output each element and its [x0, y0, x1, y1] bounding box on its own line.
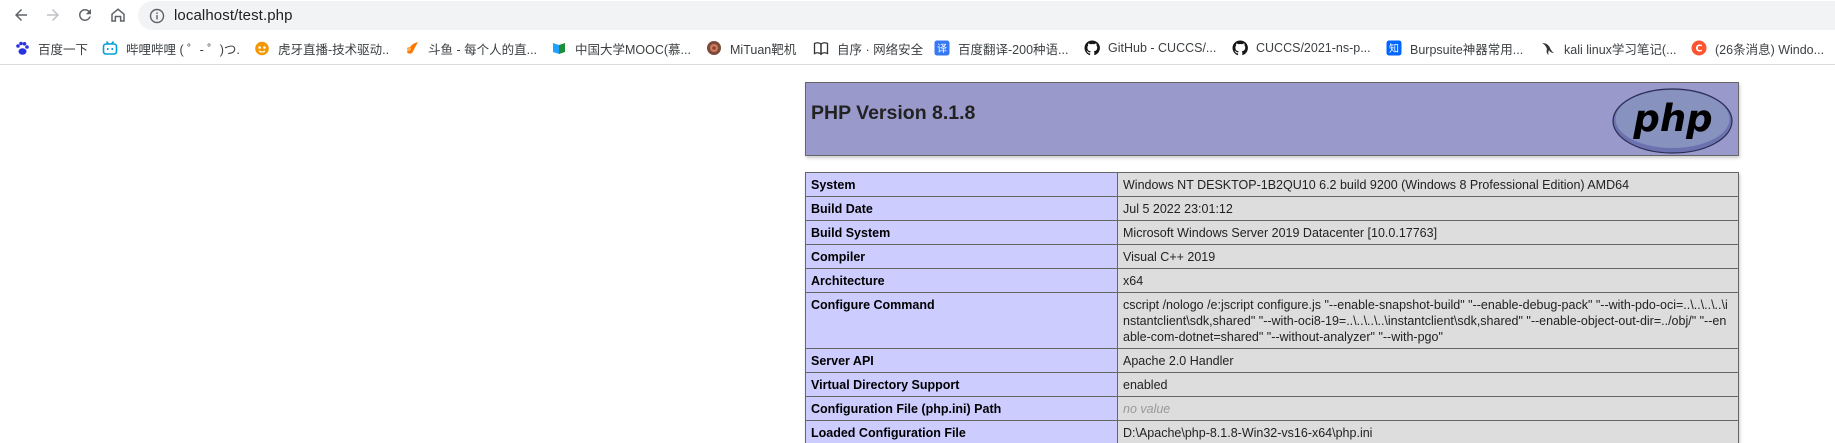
bookmark-label: 百度翻译-200种语...: [958, 42, 1069, 57]
svg-text:译: 译: [937, 43, 947, 55]
github-icon: [1232, 40, 1248, 56]
row-key: Compiler: [805, 244, 1118, 269]
reload-icon: [78, 8, 91, 21]
bookmark-label: 自序 · 网络安全: [837, 42, 923, 57]
bookmark-label: CUCCS/2021-ns-p...: [1256, 41, 1371, 55]
url-text[interactable]: localhost/test.php: [174, 7, 293, 24]
address-bar[interactable]: localhost/test.php: [138, 1, 1835, 30]
row-key: Build Date: [805, 196, 1118, 221]
baidu-paw-icon: [14, 40, 30, 56]
bilibili-tv-icon: [102, 40, 118, 56]
mituan-icon: [706, 40, 722, 56]
book-icon: [813, 40, 829, 56]
table-row: Virtual Directory Support enabled: [805, 372, 1739, 397]
bookmark-bilibili[interactable]: 哔哩哔哩 ( ゜- ゜)つ...: [102, 38, 240, 58]
row-value: cscript /nologo /e:jscript configure.js …: [1117, 292, 1739, 349]
arrow-right-icon: [47, 9, 59, 21]
bookmark-label: MiTuan靶机: [730, 42, 797, 57]
row-key: Architecture: [805, 268, 1118, 293]
svg-text:C: C: [1696, 44, 1703, 55]
row-key: Virtual Directory Support: [805, 372, 1118, 397]
github-icon: [1084, 40, 1100, 56]
zhihu-icon: 知: [1386, 40, 1402, 56]
bookmark-kali[interactable]: kali linux学习笔记(...: [1540, 38, 1680, 58]
row-key: Configure Command: [805, 292, 1118, 349]
table-row: System Windows NT DESKTOP-1B2QU10 6.2 bu…: [805, 172, 1739, 197]
bookmark-mituan[interactable]: MiTuan靶机: [706, 38, 798, 58]
bookmark-huya[interactable]: 虎牙直播-技术驱动...: [254, 38, 390, 58]
table-row: Configure Command cscript /nologo /e:jsc…: [805, 292, 1739, 349]
row-value: Apache 2.0 Handler: [1117, 348, 1739, 373]
row-key: Loaded Configuration File: [805, 420, 1118, 443]
bookmark-label: kali linux学习笔记(...: [1564, 42, 1677, 57]
kali-dragon-icon: [1540, 40, 1556, 56]
row-key: Build System: [805, 220, 1118, 245]
table-row: Architecture x64: [805, 268, 1739, 293]
row-value: Windows NT DESKTOP-1B2QU10 6.2 build 920…: [1117, 172, 1739, 197]
mooc-flag-icon: [551, 40, 567, 56]
row-value: Microsoft Windows Server 2019 Datacenter…: [1117, 220, 1739, 245]
row-key: System: [805, 172, 1118, 197]
svg-text:知: 知: [1389, 42, 1399, 55]
row-key: Configuration File (php.ini) Path: [805, 396, 1118, 421]
row-value: Visual C++ 2019: [1117, 244, 1739, 269]
php-logo-text: php: [1632, 97, 1712, 140]
bookmark-label: Burpsuite神器常用...: [1410, 42, 1524, 57]
bookmark-csdn[interactable]: C (26条消息) Windo...: [1691, 38, 1835, 58]
row-key: Server API: [805, 348, 1118, 373]
douyu-icon: [404, 40, 420, 56]
row-value: enabled: [1117, 372, 1739, 397]
bookmark-label: GitHub - CUCCS/...: [1108, 41, 1217, 55]
browser-toolbar: localhost/test.php: [0, 0, 1835, 30]
forward-button[interactable]: [41, 3, 65, 27]
table-row: Compiler Visual C++ 2019: [805, 244, 1739, 269]
table-row: Configuration File (php.ini) Path no val…: [805, 396, 1739, 421]
php-version-title: PHP Version 8.1.8: [811, 102, 976, 124]
huya-icon: [254, 40, 270, 56]
bookmark-label: (26条消息) Windo...: [1715, 42, 1825, 57]
row-value-no-value: no value: [1117, 396, 1739, 421]
bookmark-label: 中国大学MOOC(慕...: [575, 42, 691, 57]
bookmark-label: 虎牙直播-技术驱动...: [278, 42, 390, 57]
bookmark-github-cuccs[interactable]: GitHub - CUCCS/...: [1084, 38, 1221, 58]
bookmark-label: 斗鱼 - 每个人的直...: [428, 42, 537, 57]
row-value: Jul 5 2022 23:01:12: [1117, 196, 1739, 221]
home-icon: [111, 8, 125, 22]
bookmark-github-ns[interactable]: CUCCS/2021-ns-p...: [1232, 38, 1371, 58]
row-value: x64: [1117, 268, 1739, 293]
bookmark-label: 哔哩哔哩 ( ゜- ゜)つ...: [126, 42, 240, 57]
bookmark-baidu[interactable]: 百度一下: [14, 38, 94, 58]
bookmark-douyu[interactable]: 斗鱼 - 每个人的直...: [404, 38, 537, 58]
bookmarks-bar: 百度一下 哔哩哔哩 ( ゜- ゜)つ... 虎牙直播-技术驱动... 斗鱼 - …: [0, 31, 1835, 65]
home-button[interactable]: [106, 3, 130, 27]
translate-icon: 译: [934, 40, 950, 56]
back-button[interactable]: [9, 3, 33, 27]
table-row: Server API Apache 2.0 Handler: [805, 348, 1739, 373]
php-version-header: PHP Version 8.1.8 php: [805, 82, 1739, 156]
bookmark-security-book[interactable]: 自序 · 网络安全: [813, 38, 923, 58]
csdn-icon: C: [1691, 40, 1707, 56]
bookmark-burpsuite[interactable]: 知 Burpsuite神器常用...: [1386, 38, 1526, 58]
table-row: Build System Microsoft Windows Server 20…: [805, 220, 1739, 245]
reload-button[interactable]: [73, 3, 97, 27]
table-row: Loaded Configuration File D:\Apache\php-…: [805, 420, 1739, 443]
arrow-left-icon: [15, 9, 27, 21]
bookmark-baidu-translate[interactable]: 译 百度翻译-200种语...: [934, 38, 1074, 58]
bookmark-label: 百度一下: [38, 42, 89, 57]
bookmark-mooc[interactable]: 中国大学MOOC(慕...: [551, 38, 691, 58]
php-logo[interactable]: php: [1612, 88, 1733, 154]
row-value: D:\Apache\php-8.1.8-Win32-vs16-x64\php.i…: [1117, 420, 1739, 443]
site-info-icon[interactable]: [149, 8, 165, 24]
php-info-table: System Windows NT DESKTOP-1B2QU10 6.2 bu…: [805, 172, 1739, 443]
table-row: Build Date Jul 5 2022 23:01:12: [805, 196, 1739, 221]
